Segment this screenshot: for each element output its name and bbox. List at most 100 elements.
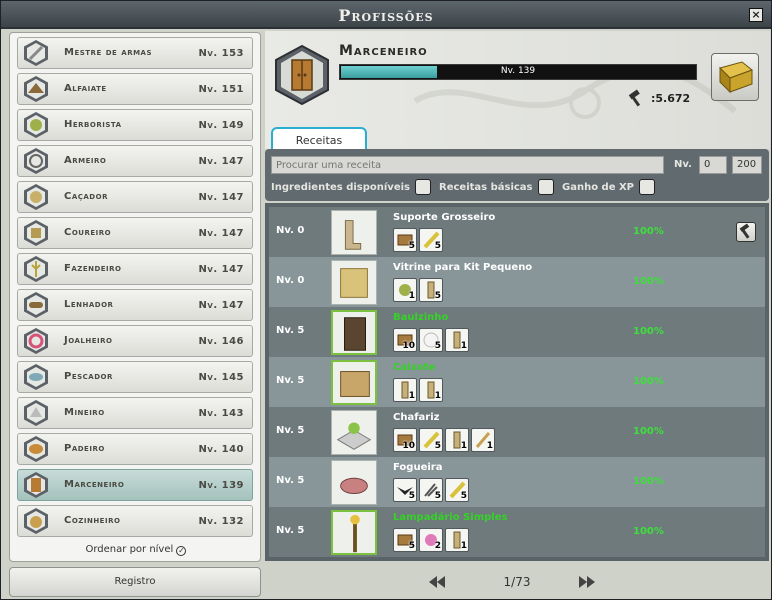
recipe-item-icon[interactable] [331,260,377,305]
profession-level: Nv. 145 [198,371,244,383]
profession-name: Alfaiate [64,83,107,94]
recipe-row[interactable]: Nv. 5 Baulzinho 10 5 1 100% [269,307,765,357]
success-rate: 100% [633,376,664,387]
profession-name: Mineiro [64,407,105,418]
profession-level: Nv. 147 [198,191,244,203]
ingredient-slot[interactable]: 1 [393,378,417,402]
recipe-level: Nv. 5 [276,325,305,336]
ingredient-slot[interactable]: 5 [419,228,443,252]
professions-window: Profissões × Mestre de armas Nv. 153 Alfai… [0,0,772,600]
ingredient-quantity: 5 [408,491,415,501]
ingredient-slot[interactable]: 1 [445,528,469,552]
profession-item[interactable]: Joalheiro Nv. 146 [17,325,253,357]
ingredient-slot[interactable]: 2 [419,528,443,552]
recipe-row[interactable]: Nv. 0 Vitrine para Kit Pequeno 1 5 100% [269,257,765,307]
profession-level: Nv. 147 [198,227,244,239]
ingredient-slot[interactable]: 1 [419,378,443,402]
ingredient-slot[interactable]: 10 [393,328,417,352]
profession-item[interactable]: Cozinheiro Nv. 132 [17,505,253,537]
success-rate: 100% [633,276,664,287]
recipe-row[interactable]: Nv. 5 Lampadário Simples 5 2 1 100% [269,507,765,557]
profession-name: Lenhador [64,299,114,310]
craft-button[interactable] [736,222,756,242]
close-button[interactable]: × [749,8,763,22]
recipe-level: Nv. 5 [276,475,305,486]
ingredient-list: 5 5 5 [393,478,469,502]
profession-item[interactable]: Padeiro Nv. 140 [17,433,253,465]
profession-item[interactable]: Armeiro Nv. 147 [17,145,253,177]
recipe-item-icon[interactable] [331,510,377,555]
ingredient-slot[interactable]: 5 [419,428,443,452]
recipe-name: Vitrine para Kit Pequeno [393,262,533,273]
ingredient-slot[interactable]: 1 [445,428,469,452]
basic-recipes-checkbox[interactable] [538,179,554,195]
profession-name: Fazendeiro [64,263,122,274]
recipe-book-button[interactable] [711,53,759,101]
ingredient-slot[interactable]: 1 [471,428,495,452]
armor-icon [24,148,48,174]
profession-level: Nv. 140 [198,443,244,455]
recipe-name: Suporte Grosseiro [393,212,496,223]
profession-item[interactable]: Alfaiate Nv. 151 [17,73,253,105]
ingredient-quantity: 1 [408,391,415,401]
ingredient-slot[interactable]: 10 [393,428,417,452]
recipe-item-icon[interactable] [331,360,377,405]
profession-item[interactable]: Fazendeiro Nv. 147 [17,253,253,285]
checkmark-icon: ✓ [176,546,187,556]
ingredient-slot[interactable]: 5 [445,478,469,502]
ingredient-quantity: 1 [408,291,415,301]
profession-item[interactable]: Coureiro Nv. 147 [17,217,253,249]
profession-item[interactable]: Mineiro Nv. 143 [17,397,253,429]
recipe-item-icon[interactable] [331,460,377,505]
ingredient-slot[interactable]: 5 [419,278,443,302]
recipe-level: Nv. 5 [276,375,305,386]
ore-icon [24,400,48,426]
recipe-row[interactable]: Nv. 5 Caixote 1 1 100% [269,357,765,407]
profession-name: Mestre de armas [64,47,153,58]
sort-by-level-toggle[interactable]: Ordenar por nível ✓ [10,544,262,556]
sort-label: Ordenar por nível [85,544,174,555]
profession-item[interactable]: Mestre de armas Nv. 153 [17,37,253,69]
fish-icon [24,364,48,390]
page-indicator: 1/73 [503,575,531,589]
basic-recipes-label: Receitas básicas [439,182,533,193]
ingredient-slot[interactable]: 1 [393,278,417,302]
profession-item[interactable]: Pescador Nv. 145 [17,361,253,393]
profession-name: Padeiro [64,443,105,454]
xp-gain-checkbox[interactable] [639,179,655,195]
ingredient-slot[interactable]: 5 [393,528,417,552]
recipe-item-icon[interactable] [331,210,377,255]
profession-item[interactable]: Lenhador Nv. 147 [17,289,253,321]
profession-level: Nv. 132 [198,515,244,527]
title-bar: Profissões × [1,1,771,29]
profession-item[interactable]: Herborista Nv. 149 [17,109,253,141]
tab-recipes[interactable]: Receitas [271,127,367,151]
recipe-name: Lampadário Simples [393,512,508,523]
recipe-list: Nv. 0 Suporte Grosseiro 5 5 100% Nv. 0 Vitrine… [265,203,769,561]
registro-button[interactable]: Registro [9,567,261,597]
ingredient-slot[interactable]: 5 [393,228,417,252]
next-page-icon[interactable] [579,576,601,588]
ingredient-quantity: 5 [460,491,467,501]
recipe-item-icon[interactable] [331,310,377,355]
ingredient-slot[interactable]: 1 [445,328,469,352]
profession-item[interactable]: Marceneiro Nv. 139 [17,469,253,501]
ingredient-list: 5 2 1 [393,528,469,552]
leather-icon [24,220,48,246]
ingredient-slot[interactable]: 5 [393,478,417,502]
profession-item[interactable]: Caçador Nv. 147 [17,181,253,213]
recipe-item-icon[interactable] [331,410,377,455]
available-ingredients-checkbox[interactable] [415,179,431,195]
level-filter-label: Nv. [674,159,692,170]
recipe-row[interactable]: Nv. 5 Chafariz 10 5 1 1 100% [269,407,765,457]
profession-name: Herborista [64,119,122,130]
recipe-search-input[interactable] [271,156,664,174]
ingredient-slot[interactable]: 5 [419,478,443,502]
available-ingredients-label: Ingredientes disponíveis [271,182,410,193]
profession-name: Cozinheiro [64,515,121,526]
recipe-row[interactable]: Nv. 5 Fogueira 5 5 5 100% [269,457,765,507]
level-min-input[interactable]: 0 [699,156,727,174]
level-max-input[interactable]: 200 [732,156,762,174]
recipe-row[interactable]: Nv. 0 Suporte Grosseiro 5 5 100% [269,207,765,257]
ingredient-slot[interactable]: 5 [419,328,443,352]
